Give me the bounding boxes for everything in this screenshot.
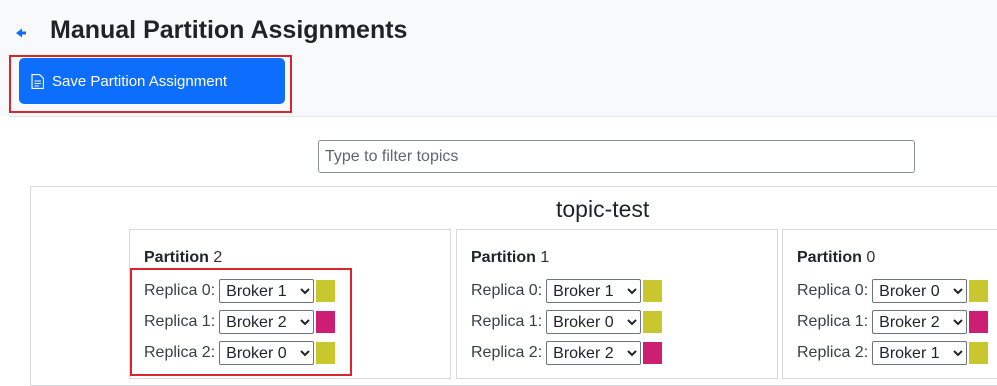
save-partition-assignment-button[interactable]: Save Partition Assignment [19, 58, 285, 104]
save-button-label: Save Partition Assignment [52, 72, 228, 90]
document-icon [31, 73, 44, 89]
replica-row: Replica 0: Broker 0Broker 1Broker 2 [797, 279, 989, 303]
replica-row: Replica 2: Broker 0Broker 1Broker 2 [797, 341, 989, 365]
broker-color-swatch [643, 311, 663, 333]
replica-row: Replica 1: Broker 0Broker 1Broker 2 [471, 310, 663, 334]
replicas-highlight [130, 268, 352, 376]
back-arrow-icon[interactable] [14, 26, 28, 40]
partition-header: Partition 2 [144, 249, 222, 267]
partition-number: 2 [213, 249, 223, 266]
topic-filter-input[interactable] [318, 140, 915, 173]
partition-header: Partition 0 [797, 249, 875, 267]
replica-label: Replica 2: [471, 344, 543, 361]
broker-color-swatch [643, 342, 663, 364]
broker-select[interactable]: Broker 0Broker 1Broker 2 [872, 310, 968, 334]
replica-label: Replica 0: [797, 282, 869, 299]
replica-label: Replica 1: [471, 313, 543, 330]
replica-label: Replica 2: [797, 344, 869, 361]
broker-select[interactable]: Broker 0Broker 1Broker 2 [546, 341, 642, 365]
page-title: Manual Partition Assignments [50, 16, 408, 44]
replica-row: Replica 2: Broker 0Broker 1Broker 2 [471, 341, 663, 365]
broker-select[interactable]: Broker 0Broker 1Broker 2 [546, 279, 642, 303]
broker-color-swatch [969, 280, 989, 302]
broker-select[interactable]: Broker 0Broker 1Broker 2 [546, 310, 642, 334]
partition-label: Partition [797, 249, 862, 266]
partition-header: Partition 1 [471, 249, 549, 267]
broker-select[interactable]: Broker 0Broker 1Broker 2 [872, 341, 968, 365]
partition-number: 0 [866, 249, 876, 266]
topic-name: topic-test [556, 196, 650, 222]
replica-row: Replica 0: Broker 0Broker 1Broker 2 [471, 279, 663, 303]
divider [9, 116, 997, 117]
replica-label: Replica 0: [471, 282, 543, 299]
partition-label: Partition [471, 249, 536, 266]
broker-color-swatch [969, 311, 989, 333]
replica-label: Replica 1: [797, 313, 869, 330]
broker-color-swatch [643, 280, 663, 302]
partition-label: Partition [144, 249, 209, 266]
broker-select[interactable]: Broker 0Broker 1Broker 2 [872, 279, 968, 303]
broker-color-swatch [969, 342, 989, 364]
replica-row: Replica 1: Broker 0Broker 1Broker 2 [797, 310, 989, 334]
partition-number: 1 [540, 249, 550, 266]
